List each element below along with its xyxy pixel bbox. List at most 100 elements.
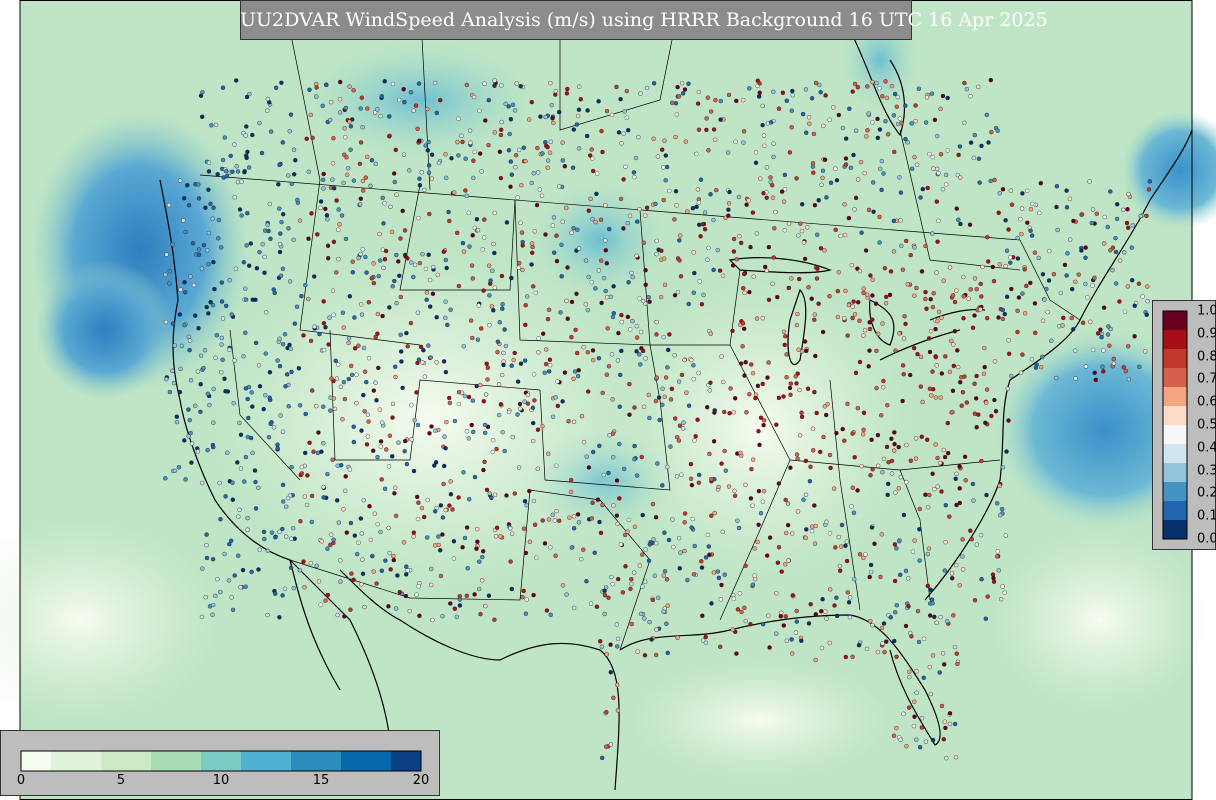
- observation-point: [482, 235, 487, 240]
- observation-point: [399, 359, 404, 364]
- observation-point: [390, 81, 396, 87]
- observation-point: [775, 560, 781, 565]
- observation-point: [380, 313, 385, 319]
- observation-point: [874, 385, 879, 391]
- observation-point: [842, 316, 847, 321]
- observation-point: [661, 573, 666, 578]
- observation-point: [553, 395, 558, 400]
- observation-point: [945, 450, 951, 456]
- observation-point: [267, 201, 272, 207]
- observation-point: [714, 187, 719, 193]
- observation-point: [208, 201, 213, 207]
- observation-point: [261, 529, 267, 535]
- observation-point: [324, 82, 329, 88]
- observation-point: [833, 545, 838, 550]
- observation-point: [343, 105, 349, 111]
- observation-point: [718, 597, 724, 602]
- observation-point: [643, 356, 648, 361]
- observation-colorbar-tick-label: 0.5: [1197, 417, 1216, 433]
- observation-point: [542, 370, 547, 375]
- observation-point: [337, 96, 343, 102]
- observation-point: [663, 153, 668, 158]
- observation-point: [969, 537, 974, 542]
- observation-point: [932, 117, 938, 123]
- observation-point: [515, 412, 520, 417]
- observation-point: [229, 595, 234, 600]
- observation-point: [1085, 295, 1090, 300]
- observation-point: [416, 500, 421, 505]
- observation-point: [935, 484, 940, 489]
- observation-point: [541, 331, 546, 336]
- observation-colorbar-tick-label: 0.1: [1197, 508, 1216, 524]
- observation-point: [708, 192, 713, 197]
- observation-point: [428, 304, 433, 309]
- observation-point: [1124, 220, 1130, 226]
- observation-point: [424, 297, 429, 302]
- observation-point: [812, 202, 818, 208]
- observation-point: [559, 274, 564, 279]
- observation-point: [1080, 320, 1086, 325]
- observation-point: [535, 466, 540, 471]
- observation-point: [912, 699, 917, 704]
- observation-point: [766, 360, 771, 365]
- observation-point: [516, 265, 521, 270]
- observation-point: [672, 353, 677, 358]
- observation-point: [210, 216, 215, 221]
- observation-point: [915, 351, 920, 357]
- observation-point: [799, 228, 805, 234]
- observation-point: [551, 120, 556, 126]
- observation-point: [275, 446, 280, 451]
- observation-point: [781, 394, 786, 399]
- observation-point: [753, 160, 759, 166]
- observation-point: [460, 545, 465, 550]
- observation-point: [984, 400, 989, 405]
- observation-point: [278, 231, 283, 236]
- observation-point: [831, 486, 837, 491]
- observation-point: [257, 249, 262, 255]
- observation-point: [604, 710, 609, 715]
- observation-point: [772, 225, 777, 231]
- observation-point: [872, 541, 877, 546]
- observation-point: [433, 428, 438, 433]
- observation-point: [396, 259, 401, 264]
- observation-point: [303, 411, 308, 417]
- observation-point: [840, 426, 845, 432]
- observation-point: [596, 356, 602, 361]
- observation-point: [206, 261, 211, 267]
- observation-point: [756, 522, 761, 527]
- observation-point: [396, 97, 402, 103]
- observation-point: [206, 187, 211, 192]
- observation-point: [699, 559, 704, 564]
- observation-point: [960, 390, 966, 395]
- observation-point: [800, 111, 806, 117]
- observation-point: [244, 243, 249, 248]
- observation-point: [382, 201, 387, 206]
- observation-point: [852, 455, 857, 460]
- observation-point: [333, 358, 338, 363]
- observation-point: [579, 557, 584, 562]
- observation-point: [471, 175, 476, 181]
- observation-point: [598, 639, 603, 644]
- observation-point: [650, 597, 655, 603]
- observation-point: [470, 335, 475, 341]
- observation-point: [891, 733, 897, 738]
- observation-point: [823, 93, 828, 98]
- observation-point: [396, 440, 401, 445]
- observation-point: [368, 537, 374, 543]
- observation-point: [228, 153, 233, 159]
- observation-point: [642, 579, 648, 584]
- observation-point: [861, 333, 866, 338]
- observation-point: [464, 525, 470, 530]
- observation-point: [776, 481, 781, 486]
- observation-point: [498, 402, 504, 407]
- observation-point: [926, 336, 932, 341]
- observation-point: [1093, 377, 1099, 383]
- observation-point: [565, 265, 570, 270]
- observation-point: [442, 463, 447, 469]
- observation-point: [852, 81, 858, 87]
- observation-point: [676, 379, 682, 384]
- observation-point: [629, 270, 634, 276]
- observation-point: [934, 363, 939, 368]
- observation-point: [388, 567, 393, 572]
- observation-point: [879, 625, 885, 631]
